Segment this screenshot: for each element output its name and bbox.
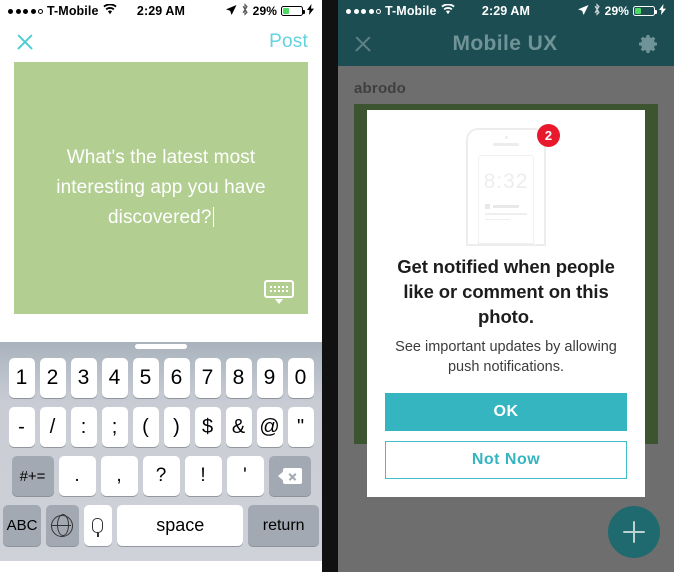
keyboard-row-punctuation: #+= . , ? ! ' [3, 456, 319, 496]
key-symbol[interactable]: $ [194, 407, 221, 447]
post-button[interactable]: Post [269, 31, 308, 53]
left-phone-panel: T-Mobile 2:29 AM 29% Post What's the lat… [0, 0, 322, 572]
ok-button[interactable]: OK [385, 393, 627, 431]
location-arrow-icon [577, 4, 589, 19]
key-punctuation[interactable]: . [58, 456, 96, 496]
panel-divider [322, 0, 338, 572]
keyboard-dismiss-icon[interactable] [264, 280, 294, 304]
right-status-bar: T-Mobile 2:29 AM 29% [338, 0, 674, 22]
key-symbol[interactable]: : [70, 407, 97, 447]
notification-badge: 2 [537, 124, 560, 147]
key-punctuation[interactable]: , [100, 456, 138, 496]
left-status-bar: T-Mobile 2:29 AM 29% [0, 0, 322, 22]
modal-title: Get notified when people like or comment… [397, 256, 615, 327]
keyboard-rows: 1 2 3 4 5 6 7 8 9 0 - / : ; ( ) $ & @ " … [3, 346, 319, 546]
compose-header: Post [0, 22, 322, 62]
close-x-icon[interactable] [352, 33, 374, 55]
key-symbol[interactable]: & [225, 407, 252, 447]
add-button[interactable] [608, 506, 660, 558]
battery-percent-label: 29% [252, 4, 277, 18]
battery-icon [633, 6, 657, 16]
key-symbol[interactable]: @ [256, 407, 283, 447]
globe-icon[interactable] [46, 505, 79, 546]
wifi-icon [102, 3, 117, 18]
gear-icon[interactable] [636, 32, 660, 56]
key-symbol[interactable]: - [8, 407, 35, 447]
right-phone-panel: T-Mobile 2:29 AM 29% Mobile UX abrodo 8:… [338, 0, 674, 572]
status-right-group: 29% [577, 3, 666, 19]
key-symbol[interactable]: / [39, 407, 66, 447]
charging-bolt-icon [659, 4, 666, 18]
compose-card-wrapper: What's the latest most interesting app y… [0, 62, 322, 314]
keyboard-row-numbers: 1 2 3 4 5 6 7 8 9 0 [3, 358, 319, 398]
dual-phone-screenshot: T-Mobile 2:29 AM 29% Post What's the lat… [0, 0, 674, 572]
location-arrow-icon [225, 4, 237, 19]
not-now-button[interactable]: Not Now [385, 441, 627, 479]
key-number[interactable]: 9 [256, 358, 283, 398]
wifi-icon [440, 3, 455, 18]
carrier-label: T-Mobile [47, 4, 99, 18]
key-punctuation[interactable]: ! [184, 456, 222, 496]
compose-spacer [0, 314, 322, 342]
text-caret [212, 207, 215, 227]
key-number[interactable]: 7 [194, 358, 221, 398]
status-left-group: T-Mobile [346, 3, 455, 18]
key-symbol[interactable]: " [287, 407, 314, 447]
post-username-label: abrodo [354, 80, 407, 97]
status-left-group: T-Mobile [8, 3, 117, 18]
key-punctuation[interactable]: ? [142, 456, 180, 496]
charging-bolt-icon [307, 4, 314, 18]
key-number[interactable]: 6 [163, 358, 190, 398]
key-return[interactable]: return [248, 505, 319, 546]
key-space[interactable]: space [117, 505, 244, 546]
key-more-symbols[interactable]: #+= [11, 456, 54, 496]
keyboard-drag-handle[interactable] [135, 344, 187, 349]
phone-notification-illustration: 8:32 2 [454, 124, 560, 246]
key-symbol[interactable]: ( [132, 407, 159, 447]
onscreen-keyboard: 1 2 3 4 5 6 7 8 9 0 - / : ; ( ) $ & @ " … [0, 342, 322, 561]
backspace-icon[interactable] [268, 456, 311, 496]
notification-preview [485, 204, 527, 220]
keyboard-row-symbols: - / : ; ( ) $ & @ " [3, 407, 319, 447]
key-number[interactable]: 4 [101, 358, 128, 398]
close-x-icon[interactable] [14, 31, 36, 53]
bluetooth-icon [241, 3, 249, 19]
key-punctuation[interactable]: ' [226, 456, 264, 496]
page-title: Mobile UX [452, 32, 558, 55]
carrier-label: T-Mobile [385, 4, 437, 18]
microphone-icon[interactable] [83, 505, 113, 546]
bluetooth-icon [593, 3, 601, 19]
key-number[interactable]: 2 [39, 358, 66, 398]
battery-icon [281, 6, 305, 16]
key-number[interactable]: 0 [287, 358, 314, 398]
key-number[interactable]: 3 [70, 358, 97, 398]
key-number[interactable]: 8 [225, 358, 252, 398]
compose-green-card[interactable]: What's the latest most interesting app y… [14, 62, 308, 314]
modal-subtitle: See important updates by allowing push n… [395, 339, 617, 375]
status-right-group: 29% [225, 3, 314, 19]
signal-strength-icon [346, 8, 381, 14]
push-permission-modal: 8:32 2 Get notified when people like or … [367, 110, 645, 497]
right-content-area: abrodo 8:32 2 Get notified when people l… [338, 66, 674, 572]
key-abc[interactable]: ABC [3, 505, 42, 546]
battery-percent-label: 29% [604, 4, 629, 18]
key-number[interactable]: 1 [8, 358, 35, 398]
compose-text: What's the latest most interesting app y… [56, 147, 266, 228]
keyboard-row-bottom: ABC space return [3, 505, 319, 546]
right-app-header: Mobile UX [338, 22, 674, 66]
key-symbol[interactable]: ) [163, 407, 190, 447]
key-symbol[interactable]: ; [101, 407, 128, 447]
key-number[interactable]: 5 [132, 358, 159, 398]
signal-strength-icon [8, 8, 43, 14]
lockscreen-time-label: 8:32 [483, 170, 529, 193]
